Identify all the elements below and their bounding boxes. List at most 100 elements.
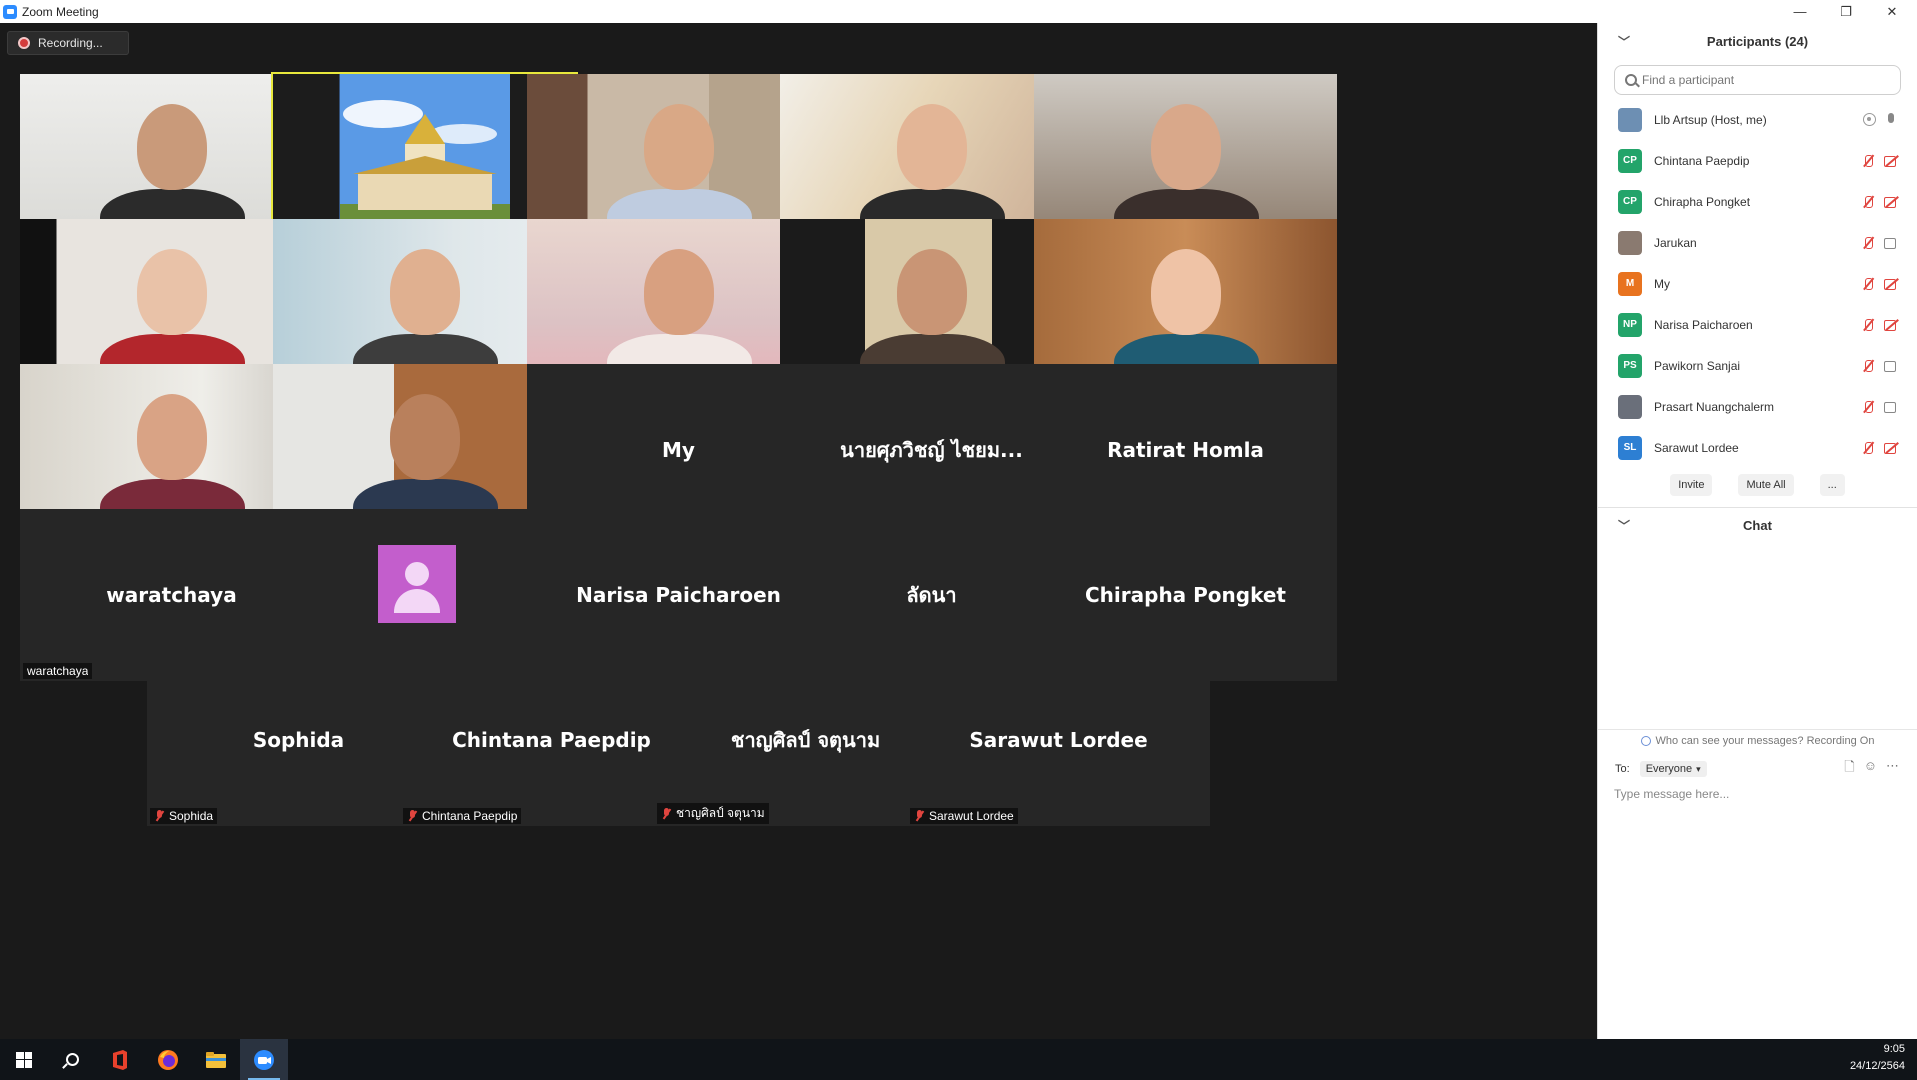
person-face [644, 104, 714, 190]
muted-mic-icon[interactable] [1861, 195, 1876, 209]
participant-name: waratchaya [27, 664, 89, 678]
participant-status-icons [1861, 400, 1899, 414]
participant-name-label: waratchaya [23, 663, 93, 679]
restore-button[interactable]: ❐ [1823, 0, 1869, 23]
chat-title: Chat [1743, 517, 1772, 533]
participant-row[interactable]: Jarukan [1598, 222, 1917, 263]
muted-mic-icon[interactable] [1861, 441, 1876, 455]
person-face [137, 249, 207, 335]
participant-status-icons [1863, 112, 1899, 127]
minimize-button[interactable]: — [1777, 0, 1823, 23]
participant-row[interactable]: SL Sarawut Lordee [1598, 427, 1917, 468]
chat-message-input[interactable]: Type message here... [1614, 787, 1917, 801]
search-icon [1625, 74, 1637, 86]
muted-mic-icon[interactable] [1861, 236, 1876, 250]
participant-display-name: Sarawut Lordee [969, 728, 1148, 752]
participant-avatar [1618, 230, 1642, 255]
participant-avatar: PS [1618, 353, 1642, 378]
participant-name: Chintana Paepdip [422, 809, 518, 823]
person-face [137, 394, 207, 480]
participant-search-input[interactable] [1642, 73, 1892, 87]
chat-collapse-chevron-icon[interactable]: ﹀ [1618, 517, 1630, 534]
video-camera-icon [1884, 359, 1899, 373]
recipient-dropdown[interactable]: Everyone ▾ [1639, 761, 1707, 777]
participant-row[interactable]: CP Chirapha Pongket [1598, 181, 1917, 222]
chat-footer: Who can see your messages? Recording On … [1598, 729, 1917, 801]
taskbar-zoom[interactable] [240, 1039, 288, 1080]
chat-tools: 🗋 ☺ ⋯ [1844, 758, 1899, 780]
participant-row[interactable]: NP Narisa Paicharoen [1598, 304, 1917, 345]
participant-actions: Invite Mute All ... [1598, 474, 1917, 496]
mute-all-button[interactable]: Mute All [1738, 474, 1794, 496]
taskbar-file-explorer[interactable] [192, 1039, 240, 1080]
person-face [1151, 249, 1221, 335]
video-camera-icon [1884, 400, 1899, 414]
person-face [137, 104, 207, 190]
chat-recipient-row: To: Everyone ▾ 🗋 ☺ ⋯ [1615, 758, 1905, 780]
participant-list-name: Narisa Paicharoen [1654, 317, 1753, 332]
participant-row[interactable]: Llb Artsup (Host, me) [1598, 99, 1917, 140]
taskbar-search-button[interactable] [48, 1039, 96, 1080]
taskbar-office[interactable] [96, 1039, 144, 1080]
people-icon [1640, 735, 1651, 746]
participant-avatar [1618, 394, 1642, 419]
chat-visibility-note[interactable]: Who can see your messages? Recording On [1598, 729, 1917, 751]
start-button[interactable] [0, 1039, 48, 1080]
file-icon[interactable]: 🗋 [1844, 758, 1854, 780]
participant-list: Llb Artsup (Host, me) CP Chintana Paepdip C… [1598, 99, 1917, 468]
participants-header: ﹀ Participants (24) [1598, 23, 1917, 59]
person-face [1151, 104, 1221, 190]
window-title: Zoom Meeting [22, 4, 99, 19]
chat-visibility-text: Who can see your messages? Recording On [1655, 734, 1875, 747]
muted-mic-icon[interactable] [1861, 318, 1876, 332]
chevron-down-icon: ▾ [1696, 763, 1701, 774]
muted-mic-icon [154, 810, 165, 822]
taskbar-firefox[interactable] [144, 1039, 192, 1080]
recording-label: Recording... [38, 36, 103, 50]
participant-status-icons [1861, 154, 1899, 168]
emoji-icon[interactable]: ☺ [1864, 758, 1877, 780]
system-clock[interactable]: 9:05 24/12/2564 [1850, 1041, 1905, 1075]
video-off-icon [1884, 277, 1899, 291]
participant-search[interactable] [1614, 65, 1901, 95]
participant-row[interactable]: Prasart Nuangchalerm [1598, 386, 1917, 427]
recipient-value: Everyone [1645, 763, 1693, 775]
windows-logo-icon [16, 1051, 32, 1068]
participant-status-icons [1861, 318, 1899, 332]
zoom-icon [254, 1049, 274, 1070]
video-off-icon [1884, 441, 1899, 455]
participant-list-name: My [1654, 276, 1670, 291]
more-icon[interactable]: ⋯ [1886, 758, 1899, 780]
muted-mic-icon [914, 810, 925, 822]
participant-name-label: Sarawut Lordee [910, 808, 1018, 824]
recording-indicator[interactable]: Recording... [7, 31, 129, 55]
windows-taskbar: 9:05 24/12/2564 [0, 1039, 1917, 1080]
participant-status-icons [1861, 359, 1899, 373]
participant-row[interactable]: PS Pawikorn Sanjai [1598, 345, 1917, 386]
participant-list-name: Sarawut Lordee [1654, 440, 1739, 455]
muted-mic-icon[interactable] [1861, 359, 1876, 373]
mic-icon[interactable] [1884, 112, 1899, 127]
invite-button[interactable]: Invite [1670, 474, 1713, 496]
participant-list-name: Chirapha Pongket [1654, 194, 1751, 209]
participant-row[interactable]: CP Chintana Paepdip [1598, 140, 1917, 181]
person-face [897, 249, 967, 335]
person-face [897, 104, 967, 190]
participant-avatar: CP [1618, 189, 1642, 214]
collapse-chevron-icon[interactable]: ﹀ [1618, 33, 1630, 50]
video-tile[interactable]: Sarawut Lordee Sarawut Lordee [907, 654, 1210, 826]
right-panel: ﹀ Participants (24) Llb Artsup (Host, me… [1597, 23, 1917, 1039]
participant-row[interactable]: M My [1598, 263, 1917, 304]
muted-mic-icon[interactable] [1861, 154, 1876, 168]
muted-mic-icon[interactable] [1861, 277, 1876, 291]
muted-mic-icon[interactable] [1861, 400, 1876, 414]
to-label: To: [1615, 763, 1630, 775]
firefox-icon [158, 1049, 178, 1070]
search-icon [65, 1053, 79, 1066]
zoom-app-icon [3, 4, 17, 19]
participants-title: Participants (24) [1706, 33, 1809, 49]
more-options-button[interactable]: ... [1819, 474, 1845, 496]
video-camera-icon [1884, 236, 1899, 250]
close-button[interactable]: ✕ [1869, 0, 1915, 23]
participant-name: ชาญศิลป์ จตุนาม [676, 806, 765, 820]
